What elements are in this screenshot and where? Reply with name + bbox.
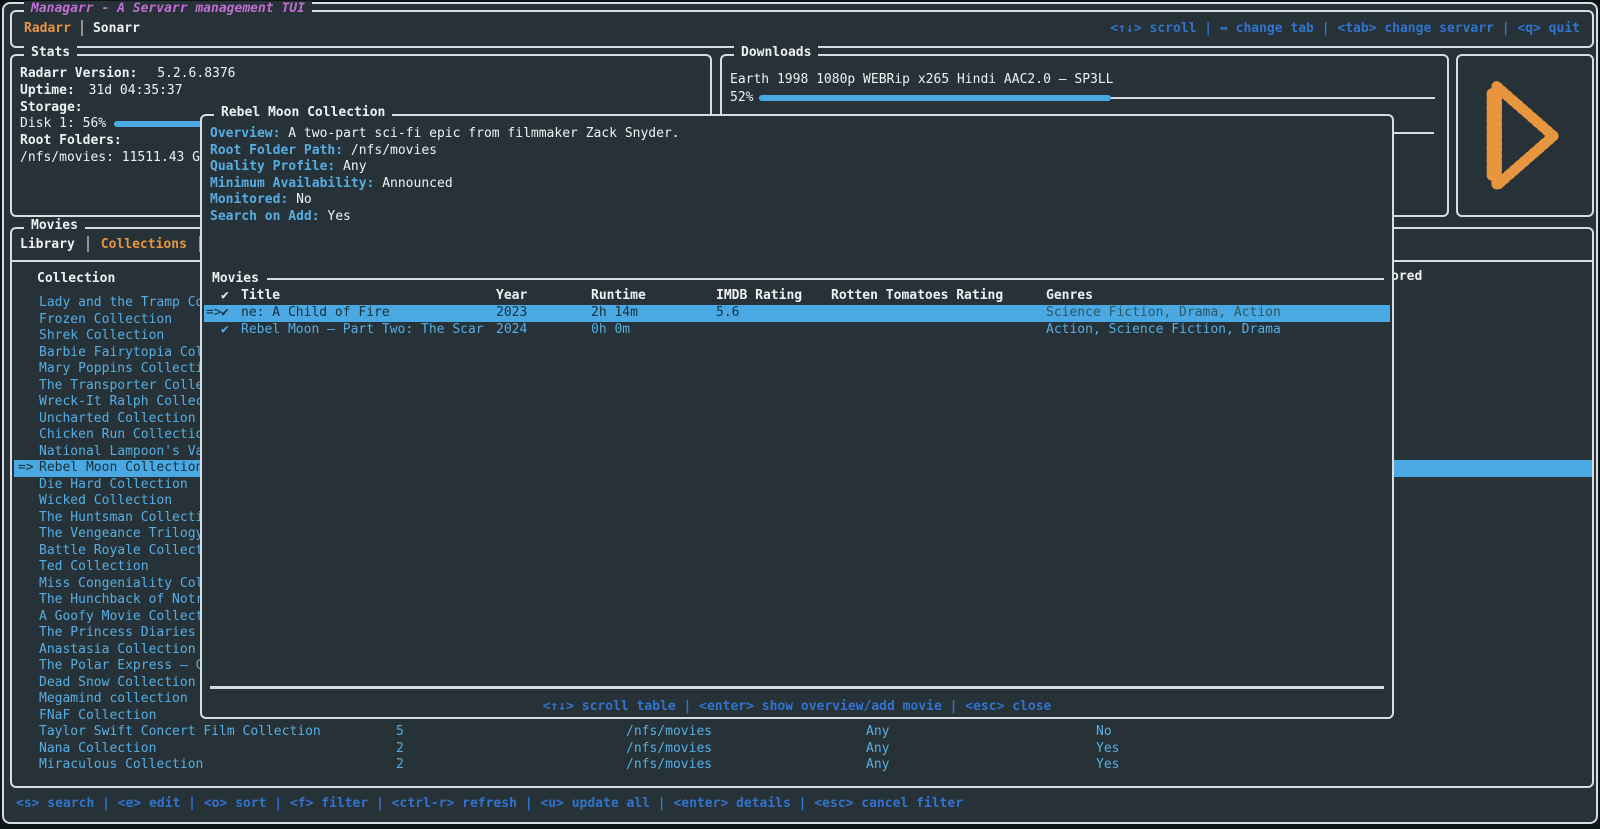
modal-table-header-cell: IMDB Rating — [716, 288, 803, 303]
movies-panel-title: Movies — [24, 218, 85, 233]
tab-separator — [80, 20, 83, 36]
collection-field: Quality Profile: Any — [210, 159, 367, 174]
collection-field: Root Folder Path: /nfs/movies — [210, 142, 437, 158]
stats-panel-title: Stats — [24, 45, 78, 60]
collection-row[interactable]: Taylor Swift Concert Film Collection 5/nf… — [14, 724, 1592, 741]
collection-field: Monitored: No — [210, 192, 312, 207]
collection-details-modal: Rebel Moon Collection Overview: A two-pa… — [200, 105, 1394, 719]
top-keybindings: <↑↓> scroll | ↔ change tab | <tab> chang… — [1110, 21, 1580, 36]
storage-label: Storage: — [20, 100, 83, 115]
tab-sonarr[interactable]: Sonarr — [93, 21, 140, 36]
download-progress: 52% — [730, 90, 1435, 105]
download-item-name: Earth 1998 1080p WEBRip x265 Hindi AAC2.… — [730, 72, 1114, 87]
modal-table-bottom-border — [210, 686, 1384, 689]
uptime: Uptime: 31d 04:35:37 — [20, 83, 183, 98]
modal-table-header-cell: Rotten Tomatoes Rating — [831, 288, 1004, 303]
download-progress-bar — [759, 91, 1435, 105]
root-folders-label: Root Folders: — [20, 133, 122, 148]
modal-movies-table-title: Movies — [212, 271, 1384, 286]
modal-table-header-cell: Title — [241, 288, 281, 303]
modal-keybindings: <↑↓> scroll table | <enter> show overvie… — [542, 699, 1052, 714]
downloads-panel-title: Downloads — [734, 45, 819, 60]
app-window: Managarr - A Servarr management TUI Rada… — [2, 1, 1598, 824]
app-title: Managarr - A Servarr management TUI — [24, 1, 312, 16]
modal-title: Rebel Moon Collection — [214, 105, 393, 120]
tab-collections[interactable]: Collections — [101, 237, 187, 252]
logo-panel — [1456, 54, 1594, 217]
collection-field: Search on Add: Yes — [210, 208, 351, 224]
modal-table-header-cell: Genres — [1046, 288, 1093, 303]
radarr-version: Radarr Version: 5.2.6.8376 — [20, 66, 236, 81]
modal-movie-row[interactable]: ✔ Rebel Moon – Part Two: The Scar 2024 0h 0… — [204, 322, 1390, 339]
modal-movies-table-rows: => ✔ ne: A Child of Fire 2023 2h 14m 5.6 Scien… — [204, 305, 1390, 338]
tab-separator — [86, 236, 89, 252]
modal-table-header-cell: Year — [496, 288, 528, 303]
collection-fields: Overview: A two-part sci-fi epic from fi… — [210, 126, 680, 225]
collection-column-header: Collection — [37, 271, 116, 286]
collection-row[interactable]: Miraculous Collection 2/nfs/movies Any Yes — [14, 757, 1592, 774]
collection-field: Overview: A two-part sci-fi epic from fi… — [210, 126, 680, 141]
servarr-tabs: Radarr Sonarr — [24, 20, 140, 36]
modal-table-header-cell: ✔ — [221, 288, 229, 303]
monitored-column-header-fragment: ored — [1391, 269, 1423, 284]
bottom-keybindings: <s> search | <e> edit | <o> sort | <f> f… — [16, 796, 964, 811]
tab-radarr[interactable]: Radarr — [24, 21, 71, 36]
tab-library[interactable]: Library — [20, 237, 75, 252]
modal-movie-row[interactable]: => ✔ ne: A Child of Fire 2023 2h 14m 5.6 Scien… — [204, 305, 1390, 322]
modal-movies-table-header: ✔ Title Year Runtime IMDB Rating Rotten Tomat… — [202, 288, 1392, 305]
download-percent: 52% — [730, 90, 754, 105]
collection-row[interactable]: Nana Collection 2/nfs/movies Any Yes — [14, 741, 1592, 758]
radarr-logo-icon — [1486, 80, 1559, 191]
top-bar: Managarr - A Servarr management TUI Rada… — [10, 1, 1594, 48]
modal-table-header-cell: Runtime — [591, 288, 646, 303]
collection-field: Minimum Availability: Announced — [210, 175, 453, 191]
root-folder-value: /nfs/movies: 11511.43 GB — [20, 150, 208, 165]
